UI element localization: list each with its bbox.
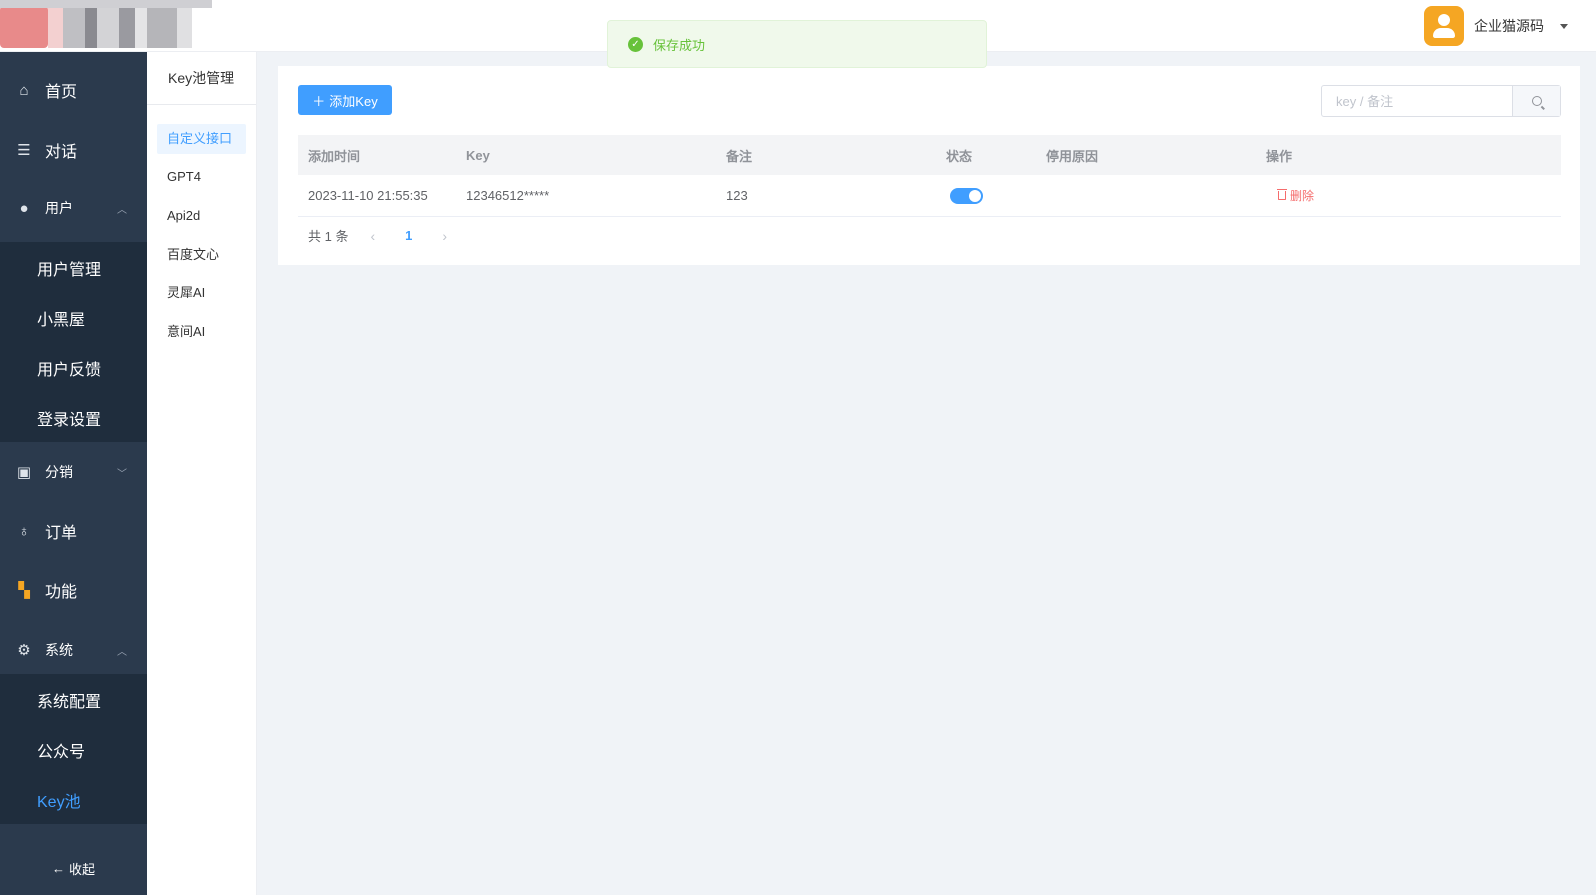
home-icon: ⌂ [19, 81, 29, 99]
search-box [1321, 85, 1561, 117]
grid-apps-icon: ▚ [18, 582, 30, 599]
key-pool-sidebar: Key池管理 自定义接口 GPT4 Api2d 百度文心 灵犀AI 意间AI [147, 52, 257, 895]
header-key: Key [466, 147, 490, 163]
header-reason: 停用原因 [1046, 148, 1099, 164]
key-pool-title: Key池管理 [147, 52, 256, 105]
sidebar2-item-gpt4[interactable]: GPT4 [157, 162, 246, 192]
system-submenu: 系统配置 公众号 Key池 [0, 674, 147, 824]
sidebar2-item-lingxi[interactable]: 灵犀AI [157, 278, 246, 308]
nav-distribution-label: 分销 [45, 464, 73, 480]
search-button[interactable] [1512, 86, 1560, 116]
nav-user[interactable]: ● 用户 ︿ [0, 186, 147, 230]
header-note: 备注 [726, 148, 753, 164]
success-toast: ✓ 保存成功 [607, 20, 987, 68]
user-submenu: 用户管理 小黑屋 用户反馈 登录设置 [0, 242, 147, 442]
nav-home-label: 首页 [45, 84, 78, 101]
collapse-label: 收起 [68, 862, 95, 877]
nav-home[interactable]: ⌂ 首页 [0, 68, 147, 112]
header-time: 添加时间 [308, 148, 361, 164]
submenu-official-account[interactable]: 公众号 [37, 738, 85, 762]
chevron-right-icon[interactable]: › [442, 228, 447, 244]
submenu-key-pool[interactable]: Key池 [37, 788, 81, 812]
chevron-up-icon: ︿ [117, 204, 127, 216]
main-sidebar: ⌂ 首页 ☰ 对话 ● 用户 ︿ 用户管理 小黑屋 用户反馈 登录设置 ▣ 分销… [0, 52, 147, 895]
table-header: 添加时间 Key 备注 状态 停用原因 操作 [298, 135, 1561, 175]
cell-action: 删除 [1277, 175, 1315, 216]
submenu-blacklist[interactable]: 小黑屋 [37, 306, 85, 330]
nav-feature-label: 功能 [45, 584, 78, 601]
sidebar2-item-custom[interactable]: 自定义接口 [157, 124, 246, 154]
distribution-icon: ▣ [16, 464, 32, 481]
collapse-button[interactable]: ← 收起 [0, 842, 147, 895]
user-name[interactable]: 企业猫源码 [1474, 16, 1544, 36]
header-status: 状态 [946, 148, 973, 164]
add-key-button[interactable]: ＋ 添加Key [298, 85, 392, 115]
sidebar2-item-api2d[interactable]: Api2d [157, 201, 246, 231]
sidebar2-item-yijian[interactable]: 意间AI [157, 317, 246, 347]
nav-order-label: 订单 [45, 525, 78, 542]
delete-label: 删除 [1290, 189, 1315, 203]
user-menu[interactable]: 企业猫源码 [1424, 4, 1568, 48]
table-row: 2023-11-10 21:55:35 12346512***** 123 删除 [298, 175, 1561, 217]
key-table: 添加时间 Key 备注 状态 停用原因 操作 2023-11-10 21:55:… [298, 135, 1561, 217]
caret-down-icon[interactable] [1560, 23, 1568, 29]
check-circle-icon: ✓ [628, 36, 643, 52]
toast-message: 保存成功 [653, 37, 706, 53]
nav-order[interactable]: ♁ 订单 [0, 502, 147, 560]
trash-icon [1277, 189, 1287, 200]
add-key-label: 添加Key [329, 93, 378, 109]
avatar[interactable] [1424, 6, 1464, 46]
arrow-left-icon: ← [51, 861, 65, 876]
plus-icon: ＋ [312, 93, 326, 109]
page-number[interactable]: 1 [405, 228, 412, 243]
chevron-left-icon[interactable]: ‹ [370, 228, 375, 244]
nav-distribution[interactable]: ▣ 分销 ﹀ [0, 442, 147, 502]
nav-chat[interactable]: ☰ 对话 [0, 128, 147, 172]
nav-system[interactable]: ⚙ 系统 ︿ [0, 620, 147, 680]
pagination: 共 1 条 ‹ 1 › [308, 226, 447, 245]
user-icon: ● [19, 199, 29, 217]
menu-lines-icon: ☰ [17, 142, 31, 159]
submenu-feedback[interactable]: 用户反馈 [37, 356, 101, 380]
nav-user-label: 用户 [45, 200, 73, 216]
nav-system-label: 系统 [45, 642, 73, 658]
pagination-total: 共 1 条 [308, 229, 349, 244]
submenu-system-config[interactable]: 系统配置 [37, 688, 101, 712]
logo [0, 0, 212, 52]
nav-chat-label: 对话 [45, 144, 78, 161]
cell-status [950, 175, 983, 216]
cell-note: 123 [726, 188, 748, 203]
search-input[interactable] [1322, 86, 1512, 116]
status-toggle[interactable] [950, 187, 983, 204]
header-action: 操作 [1266, 148, 1293, 164]
cell-time: 2023-11-10 21:55:35 [308, 188, 428, 203]
submenu-login-settings[interactable]: 登录设置 [37, 406, 101, 430]
nav-feature[interactable]: ▚ 功能 [0, 560, 147, 620]
delete-button[interactable]: 删除 [1277, 187, 1315, 204]
cell-key: 12346512***** [466, 188, 550, 203]
chevron-up-icon: ︿ [117, 646, 127, 658]
submenu-user-management[interactable]: 用户管理 [37, 256, 101, 280]
content-card: ＋ 添加Key 添加时间 Key 备注 状态 停用原因 操作 2023-11-1… [278, 66, 1580, 265]
sidebar2-item-baidu[interactable]: 百度文心 [157, 240, 246, 270]
search-icon [1531, 96, 1542, 106]
chevron-down-icon: ﹀ [117, 468, 127, 480]
money-bag-icon: ♁ [18, 522, 30, 540]
gear-icon: ⚙ [17, 642, 31, 659]
